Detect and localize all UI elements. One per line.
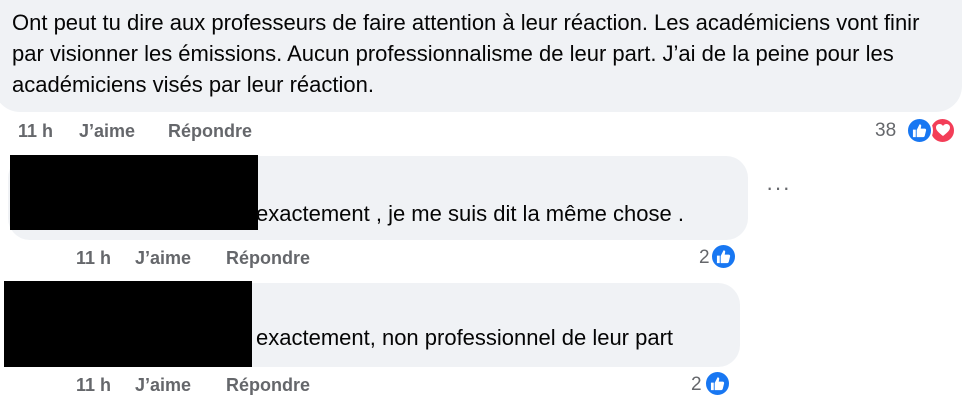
reply-reaction-count-2: 2 xyxy=(691,374,702,395)
main-comment-bubble: Ont peut tu dire aux professeurs de fair… xyxy=(0,0,962,112)
main-reaction-count: 38 xyxy=(875,120,897,141)
like-icon xyxy=(710,243,737,270)
reply-reaction-count-1: 2 xyxy=(699,247,710,268)
reply-actions-1: 11 h J’aime Répondre xyxy=(0,248,400,270)
main-comment-text: Ont peut tu dire aux professeurs de fair… xyxy=(12,10,920,97)
main-comment-reply-link[interactable]: Répondre xyxy=(168,121,252,142)
reply-text-1: exactement , je me suis dit la même chos… xyxy=(256,201,684,226)
more-options-icon[interactable]: ··· xyxy=(766,177,791,199)
reply-time-2[interactable]: 11 h xyxy=(76,375,111,396)
reply-time-1[interactable]: 11 h xyxy=(76,248,111,269)
reply-reactions-1[interactable]: 2 xyxy=(696,243,744,273)
reply-reply-link-2[interactable]: Répondre xyxy=(226,375,310,396)
reply-bubble-2: exactement, non professionnel de leur pa… xyxy=(4,281,740,367)
reply-reply-link-1[interactable]: Répondre xyxy=(226,248,310,269)
heart-icon xyxy=(929,117,956,144)
reply-bubble-1: exactement , je me suis dit la même chos… xyxy=(8,155,748,240)
main-comment-time[interactable]: 11 h xyxy=(18,121,53,142)
redacted-author-2 xyxy=(4,281,252,367)
main-comment-reactions[interactable]: 38 xyxy=(872,117,962,147)
redacted-author-1 xyxy=(10,155,258,230)
reply-reactions-2[interactable]: 2 xyxy=(688,370,736,400)
main-comment-actions: 11 h J’aime Répondre xyxy=(0,121,400,143)
reply-like-link-1[interactable]: J’aime xyxy=(135,248,191,269)
like-icon xyxy=(906,117,933,144)
reply-like-link-2[interactable]: J’aime xyxy=(135,375,191,396)
reply-text-2: exactement, non professionnel de leur pa… xyxy=(256,325,674,350)
like-icon xyxy=(704,370,731,397)
main-comment-like-link[interactable]: J’aime xyxy=(79,121,135,142)
reply-actions-2: 11 h J’aime Répondre xyxy=(0,375,400,397)
